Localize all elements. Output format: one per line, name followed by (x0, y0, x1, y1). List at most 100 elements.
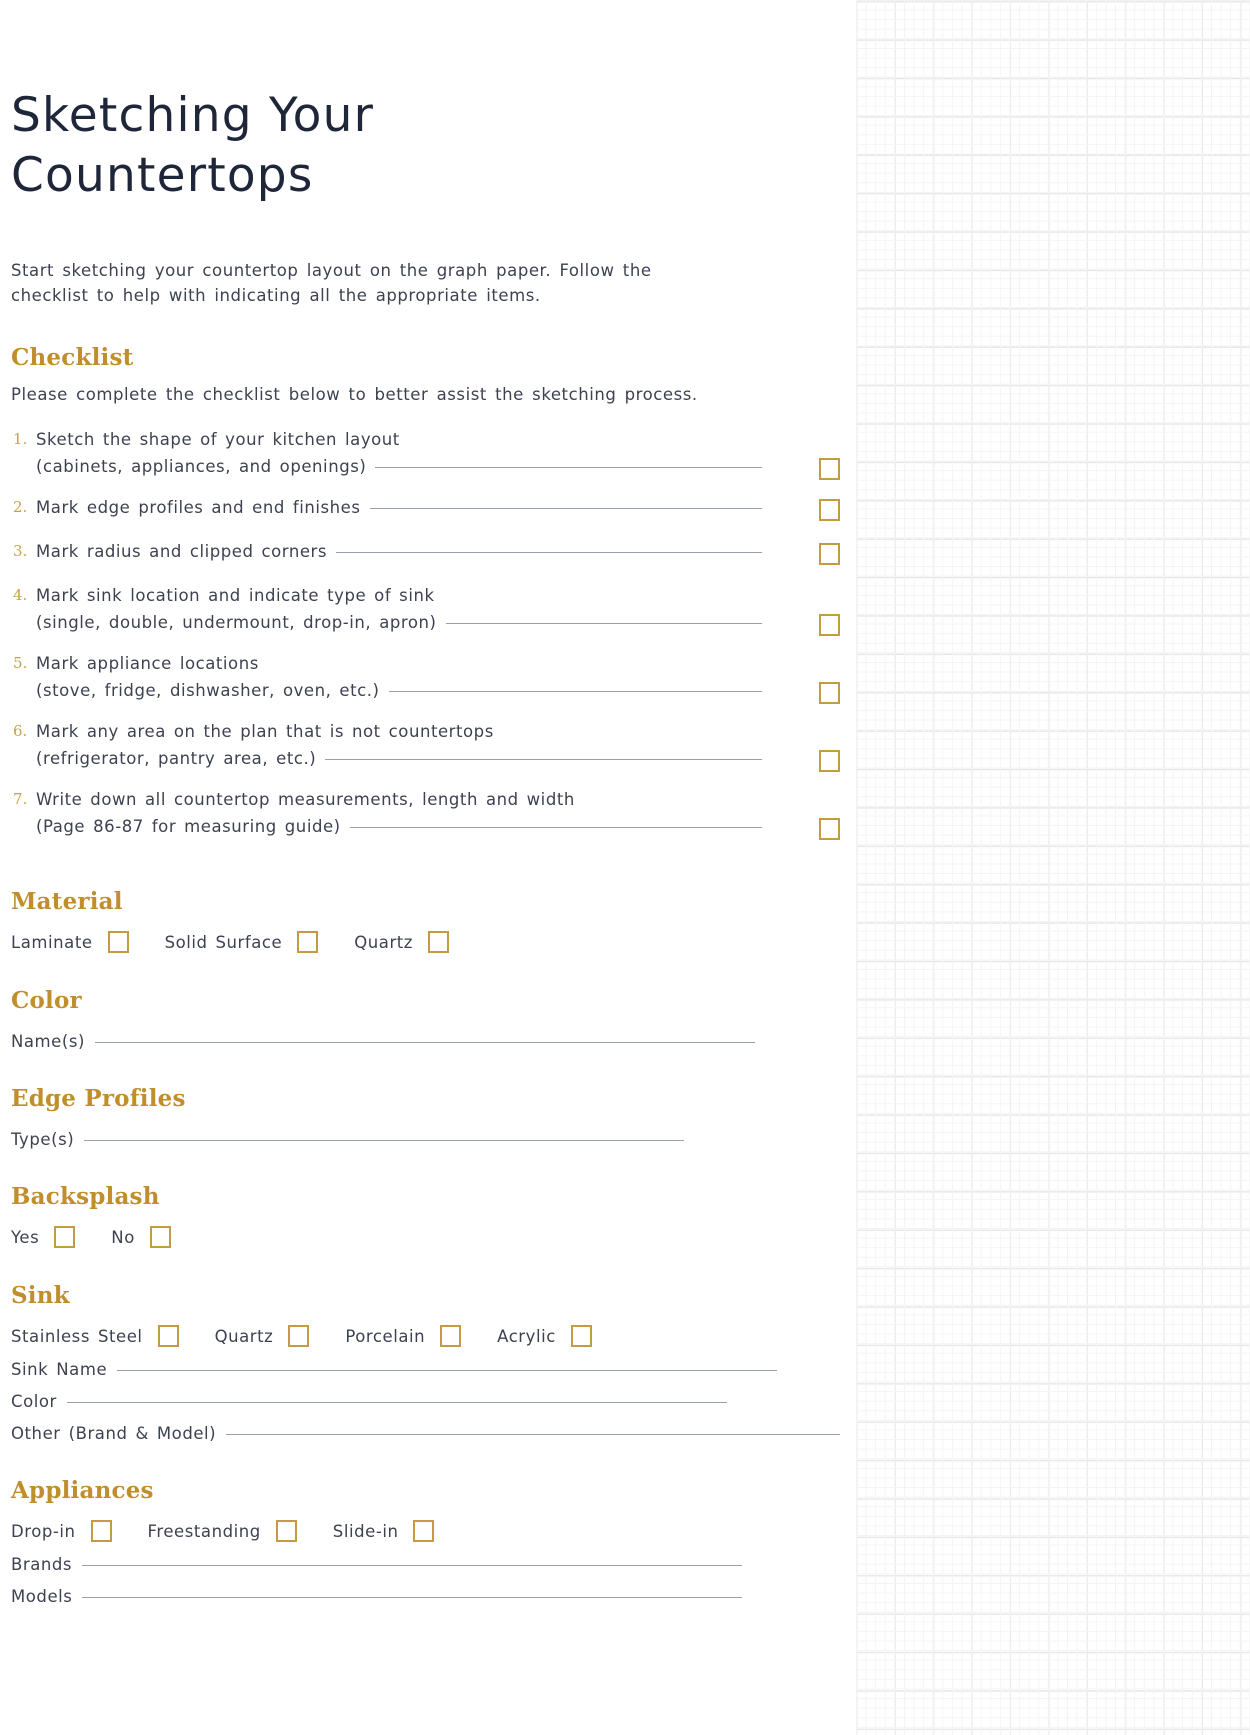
checkbox[interactable] (90, 1520, 112, 1543)
write-in-rule[interactable] (349, 827, 762, 829)
sink-option-porcelain[interactable]: Porcelain (345, 1325, 462, 1348)
option-label: Freestanding (147, 1521, 261, 1541)
write-in-rule[interactable] (375, 467, 762, 469)
write-in-rule[interactable] (226, 1434, 840, 1436)
write-in-rule[interactable] (445, 623, 762, 625)
checkbox[interactable] (413, 1520, 435, 1543)
option-label: Stainless Steel (11, 1326, 143, 1346)
checklist-item: 5. Mark appliance locations (stove, frid… (11, 650, 840, 705)
material-option-laminate[interactable]: Laminate (11, 931, 129, 954)
item-line: Mark radius and clipped corners (36, 538, 762, 565)
sink-name-field[interactable]: Sink Name (11, 1347, 840, 1379)
item-checkbox-wrap (819, 614, 840, 637)
backsplash-option-yes[interactable]: Yes (11, 1226, 76, 1249)
appliance-option-drop-in[interactable]: Drop-in (11, 1520, 112, 1543)
checkbox[interactable] (149, 1226, 171, 1249)
sink-heading: Sink (11, 1282, 70, 1310)
checkbox[interactable] (819, 750, 840, 773)
appliances-heading: Appliances (11, 1477, 154, 1505)
checkbox[interactable] (107, 931, 129, 954)
write-in-rule[interactable] (117, 1370, 778, 1372)
sink-option-quartz[interactable]: Quartz (214, 1325, 310, 1348)
item-checkbox-wrap (819, 818, 840, 841)
checkbox[interactable] (297, 931, 319, 954)
material-option-solid-surface[interactable]: Solid Surface (164, 931, 319, 954)
checkbox[interactable] (819, 682, 840, 705)
material-option-quartz[interactable]: Quartz (354, 931, 450, 954)
option-label: No (111, 1227, 135, 1247)
write-in-rule[interactable] (369, 508, 762, 510)
checklist-section: Checklist Please complete the checklist … (11, 308, 840, 841)
item-checkbox-wrap (819, 499, 840, 522)
item-number: 3. (13, 542, 28, 561)
sink-other-field[interactable]: Other (Brand & Model) (11, 1411, 840, 1443)
checkbox[interactable] (819, 458, 840, 481)
write-in-rule[interactable] (95, 1042, 755, 1044)
material-heading: Material (11, 888, 123, 916)
backsplash-option-no[interactable]: No (111, 1226, 171, 1249)
sink-color-field[interactable]: Color (11, 1379, 840, 1411)
item-body: Mark edge profiles and end finishes (36, 494, 840, 522)
option-label: Quartz (214, 1326, 274, 1346)
color-heading: Color (11, 987, 82, 1015)
option-label: Slide-in (332, 1521, 399, 1541)
item-line: Mark edge profiles and end finishes (36, 494, 762, 521)
checklist-item: 1. Sketch the shape of your kitchen layo… (11, 426, 840, 481)
appliances-section: Appliances Drop-in Freestanding Slide-in (11, 1443, 840, 1606)
item-text: Mark appliance locations (36, 654, 259, 674)
item-text: Write down all countertop measurements, … (36, 790, 575, 810)
sink-options: Stainless Steel Quartz Porcelain Acrylic (11, 1309, 840, 1348)
sink-option-stainless-steel[interactable]: Stainless Steel (11, 1325, 179, 1348)
field-label: Models (11, 1587, 73, 1607)
checkbox[interactable] (54, 1226, 76, 1249)
write-in-rule[interactable] (82, 1565, 743, 1567)
write-in-rule[interactable] (66, 1402, 727, 1404)
write-in-rule[interactable] (336, 552, 762, 554)
item-text: Mark radius and clipped corners (36, 542, 328, 562)
item-line: Sketch the shape of your kitchen layout (36, 426, 762, 453)
checkbox[interactable] (288, 1325, 310, 1348)
item-number: 1. (13, 430, 28, 449)
graph-paper-area[interactable] (856, 0, 1250, 1735)
appliance-models-field[interactable]: Models (11, 1574, 840, 1606)
appliances-options: Drop-in Freestanding Slide-in (11, 1504, 840, 1543)
color-names-field[interactable]: Name(s) (11, 1014, 840, 1051)
option-label: Porcelain (345, 1326, 426, 1346)
checkbox[interactable] (275, 1520, 297, 1543)
field-label: Name(s) (11, 1032, 85, 1052)
checkbox[interactable] (428, 931, 450, 954)
edge-profiles-types-field[interactable]: Type(s) (11, 1112, 840, 1149)
checkbox[interactable] (819, 818, 840, 841)
checkbox[interactable] (819, 543, 840, 566)
appliance-option-freestanding[interactable]: Freestanding (147, 1520, 297, 1543)
write-in-rule[interactable] (84, 1140, 685, 1142)
item-checkbox-wrap (819, 682, 840, 705)
appliance-brands-field[interactable]: Brands (11, 1542, 840, 1574)
option-label: Acrylic (497, 1326, 556, 1346)
sink-option-acrylic[interactable]: Acrylic (497, 1325, 592, 1348)
item-text: (stove, fridge, dishwasher, oven, etc.) (36, 681, 380, 701)
checkbox[interactable] (819, 499, 840, 522)
form-content-column: Sketching Your Countertops Start sketchi… (0, 0, 856, 1735)
color-section: Color Name(s) (11, 953, 840, 1051)
write-in-rule[interactable] (388, 691, 762, 693)
item-line: Mark appliance locations (36, 650, 762, 677)
item-text: (Page 86-87 for measuring guide) (36, 817, 341, 837)
checkbox[interactable] (440, 1325, 462, 1348)
item-line: Mark sink location and indicate type of … (36, 582, 762, 609)
write-in-rule[interactable] (82, 1597, 743, 1599)
item-number: 6. (13, 722, 28, 741)
option-label: Solid Surface (164, 932, 283, 952)
item-checkbox-wrap (819, 543, 840, 566)
item-line: (cabinets, appliances, and openings) (36, 453, 762, 480)
checkbox[interactable] (819, 614, 840, 637)
option-label: Laminate (11, 932, 93, 952)
item-number: 4. (13, 586, 28, 605)
write-in-rule[interactable] (325, 759, 762, 761)
item-text: Sketch the shape of your kitchen layout (36, 430, 400, 450)
option-label: Yes (11, 1227, 40, 1247)
checklist-note: Please complete the checklist below to b… (11, 385, 698, 405)
checkbox[interactable] (570, 1325, 592, 1348)
appliance-option-slide-in[interactable]: Slide-in (332, 1520, 435, 1543)
checkbox[interactable] (157, 1325, 179, 1348)
